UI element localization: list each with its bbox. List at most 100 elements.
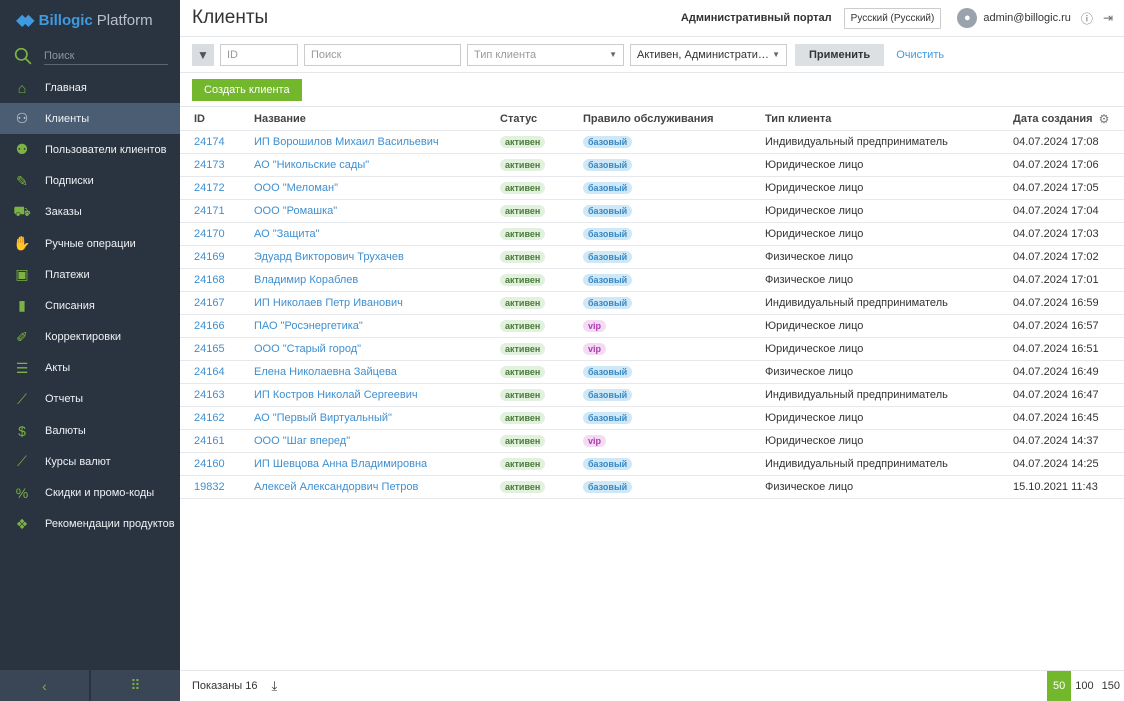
client-name-link[interactable]: Елена Николаевна Зайцева <box>254 366 397 378</box>
client-id-link[interactable]: 24165 <box>194 343 225 355</box>
client-id-link[interactable]: 24174 <box>194 136 225 148</box>
apply-button[interactable]: Применить <box>795 43 885 66</box>
created-date-cell: 04.07.2024 16:51 <box>1013 343 1099 355</box>
client-name-link[interactable]: ИП Ворошилов Михаил Васильевич <box>254 136 439 148</box>
create-client-button[interactable]: Создать клиента <box>192 78 302 101</box>
table-row[interactable]: 19832 Алексей Александорвич Петров активен… <box>180 476 1124 499</box>
sidebar-item[interactable]: ⌂ Главная <box>0 72 180 103</box>
sidebar-item[interactable]: ✐ Корректировки <box>0 322 180 353</box>
column-header-status[interactable]: Статус <box>486 113 569 125</box>
client-name-link[interactable]: ООО "Шаг вперед" <box>254 435 350 447</box>
sidebar-item[interactable]: ⛟ Заказы <box>0 197 180 228</box>
table-row[interactable]: 24174 ИП Ворошилов Михаил Васильевич актив… <box>180 131 1124 154</box>
download-icon[interactable]: ⤓ <box>272 678 278 694</box>
sidebar-item-label: Главная <box>45 81 87 94</box>
table-row[interactable]: 24163 ИП Костров Николай Сергеевич активен… <box>180 384 1124 407</box>
sidebar-item[interactable]: ▣ Платежи <box>0 259 180 290</box>
client-name-link[interactable]: АО "Защита" <box>254 228 320 240</box>
client-id-link[interactable]: 24160 <box>194 458 225 470</box>
table-row[interactable]: 24168 Владимир Кораблев активен базовый Физи… <box>180 269 1124 292</box>
client-name-link[interactable]: Алексей Александорвич Петров <box>254 481 418 493</box>
logo[interactable]: ◆◆ Billogic Platform <box>0 0 180 40</box>
client-name-link[interactable]: Эдуард Викторович Трухачев <box>254 251 404 263</box>
client-name-link[interactable]: ООО "Меломан" <box>254 182 338 194</box>
help-icon[interactable]: ⓘ <box>1081 10 1093 27</box>
client-name-link[interactable]: АО "Никольские сады" <box>254 159 369 171</box>
client-name-link[interactable]: ООО "Ромашка" <box>254 205 337 217</box>
client-type-placeholder: Тип клиента <box>474 48 537 61</box>
column-header-type[interactable]: Тип клиента <box>751 113 999 125</box>
table-row[interactable]: 24164 Елена Николаевна Зайцева активен базо… <box>180 361 1124 384</box>
client-name-link[interactable]: ООО "Старый город" <box>254 343 361 355</box>
client-id-link[interactable]: 24168 <box>194 274 225 286</box>
client-name-link[interactable]: ИП Шевцова Анна Владимировна <box>254 458 427 470</box>
client-id-link[interactable]: 24162 <box>194 412 225 424</box>
client-name-link[interactable]: АО "Первый Виртуальный" <box>254 412 392 424</box>
table-row[interactable]: 24161 ООО "Шаг вперед" активен vip Юридическ… <box>180 430 1124 453</box>
funnel-icon: ▼ <box>197 47 209 62</box>
client-name-link[interactable]: ИП Костров Николай Сергеевич <box>254 389 418 401</box>
client-id-link[interactable]: 24163 <box>194 389 225 401</box>
table-row[interactable]: 24170 АО "Защита" активен базовый Юридическо… <box>180 223 1124 246</box>
client-id-link[interactable]: 24169 <box>194 251 225 263</box>
client-type-cell: Юридическое лицо <box>765 435 864 447</box>
client-name-link[interactable]: ПАО "Росэнергетика" <box>254 320 363 332</box>
client-id-link[interactable]: 24164 <box>194 366 225 378</box>
logout-icon[interactable]: ⇥ <box>1103 11 1113 25</box>
sidebar-item[interactable]: ▮ Списания <box>0 290 180 321</box>
client-type-select[interactable]: Тип клиента ▼ <box>467 43 624 66</box>
rule-badge: базовый <box>583 159 633 171</box>
client-name-link[interactable]: Владимир Кораблев <box>254 274 358 286</box>
sidebar-item[interactable]: ❖ Рекомендации продуктов <box>0 509 180 540</box>
avatar[interactable]: ● <box>957 8 978 28</box>
page-size-option[interactable]: 100 <box>1071 671 1097 701</box>
grid-icon: ⠿ <box>130 677 141 693</box>
collapse-sidebar-button[interactable]: ‹ <box>0 670 89 701</box>
sidebar-item[interactable]: ⟋ Отчеты <box>0 384 180 415</box>
clear-button[interactable]: Очистить <box>896 49 944 61</box>
gear-icon[interactable]: ⚙ <box>1099 112 1110 126</box>
client-id-link[interactable]: 24172 <box>194 182 225 194</box>
column-header-rule[interactable]: Правило обслуживания <box>569 113 751 125</box>
page-size-option[interactable]: 50 <box>1047 671 1072 701</box>
sidebar-item[interactable]: % Скидки и промо-коды <box>0 477 180 508</box>
client-id-link[interactable]: 24170 <box>194 228 225 240</box>
sidebar-item[interactable]: ⚉ Пользователи клиентов <box>0 134 180 165</box>
table-row[interactable]: 24165 ООО "Старый город" активен vip Юридиче… <box>180 338 1124 361</box>
sidebar-item[interactable]: ☰ Акты <box>0 353 180 384</box>
table-row[interactable]: 24162 АО "Первый Виртуальный" активен базов… <box>180 407 1124 430</box>
table-row[interactable]: 24160 ИП Шевцова Анна Владимировна активен… <box>180 453 1124 476</box>
status-select[interactable]: Активен, Администрати… ▼ <box>630 43 787 66</box>
table-row[interactable]: 24167 ИП Николаев Петр Иванович активен баз… <box>180 292 1124 315</box>
table-row[interactable]: 24172 ООО "Меломан" активен базовый Юридичес… <box>180 177 1124 200</box>
sidebar-item[interactable]: ⟋ Курсы валют <box>0 446 180 477</box>
client-name-link[interactable]: ИП Николаев Петр Иванович <box>254 297 403 309</box>
language-select[interactable]: Русский (Русский) <box>843 7 942 29</box>
client-id-link[interactable]: 24161 <box>194 435 225 447</box>
table-row[interactable]: 24169 Эдуард Викторович Трухачев активен ба… <box>180 246 1124 269</box>
table-row[interactable]: 24166 ПАО "Росэнергетика" активен vip Юридич… <box>180 315 1124 338</box>
search-filter-input[interactable]: Поиск <box>304 43 461 66</box>
column-header-date-label[interactable]: Дата создания <box>1013 113 1093 125</box>
sidebar-search-input[interactable] <box>44 47 168 65</box>
sidebar-item[interactable]: ✎ Подписки <box>0 166 180 197</box>
sidebar-item[interactable]: $ Валюты <box>0 415 180 446</box>
chevron-down-icon: ▼ <box>772 50 780 59</box>
column-header-name[interactable]: Название <box>240 113 486 125</box>
column-header-id[interactable]: ID <box>180 113 240 125</box>
sidebar-item[interactable]: ⚇ Клиенты <box>0 103 180 135</box>
page-size-option[interactable]: 150 <box>1098 671 1124 701</box>
table-row[interactable]: 24171 ООО "Ромашка" активен базовый Юридичес… <box>180 200 1124 223</box>
apps-button[interactable]: ⠿ <box>91 670 180 701</box>
client-id-link[interactable]: 24171 <box>194 205 225 217</box>
status-badge: активен <box>500 458 546 470</box>
client-id-link[interactable]: 24166 <box>194 320 225 332</box>
client-id-link[interactable]: 24167 <box>194 297 225 309</box>
user-name[interactable]: admin@billogic.ru <box>983 12 1071 24</box>
sidebar-item[interactable]: ✋ Ручные операции <box>0 228 180 259</box>
client-id-link[interactable]: 19832 <box>194 481 225 493</box>
client-id-link[interactable]: 24173 <box>194 159 225 171</box>
table-row[interactable]: 24173 АО "Никольские сады" активен базовый Ю… <box>180 154 1124 177</box>
filter-button[interactable]: ▼ <box>192 43 214 66</box>
id-filter-input[interactable]: ID <box>220 43 298 66</box>
